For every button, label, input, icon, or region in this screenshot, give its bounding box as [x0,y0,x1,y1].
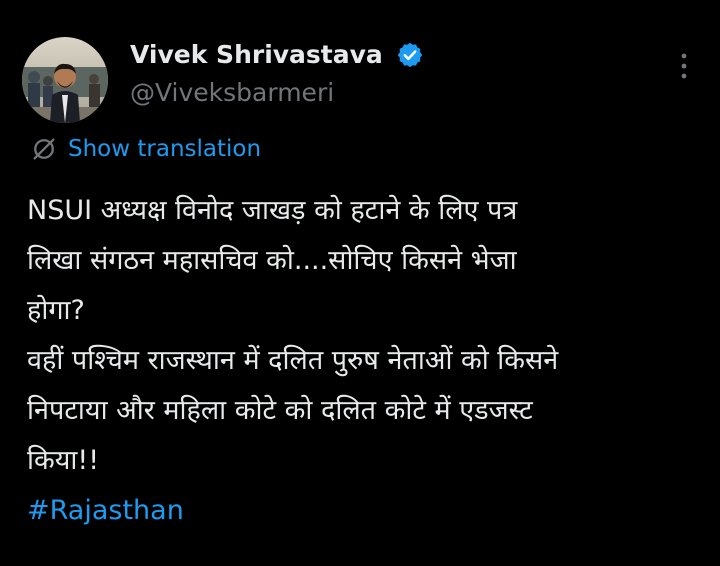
tweet-text-line: निपटाया और महिला कोटे को दलित कोटे में ए… [27,395,533,426]
translate-icon [30,135,58,163]
hashtag-link[interactable]: #Rajasthan [27,486,707,536]
tweet-text: NSUI अध्यक्ष विनोद जाखड़ को हटाने के लिए… [27,186,707,536]
verified-badge-icon [396,41,424,69]
tweet-text-line: होगा? [27,295,85,326]
tweet-card: Vivek Shrivastava @Viveksbarmeri Show tr… [0,0,720,566]
author-display-name[interactable]: Vivek Shrivastava [130,37,383,73]
show-translation-label[interactable]: Show translation [68,136,261,162]
show-translation-link[interactable]: Show translation [30,131,261,167]
more-dots-icon [680,53,688,83]
avatar[interactable] [22,37,108,123]
tweet-text-line: NSUI अध्यक्ष विनोद जाखड़ को हटाने के लिए… [27,195,518,226]
tweet-text-line: लिखा संगठन महासचिव को....सोचिए किसने भेज… [27,245,517,276]
more-options-button[interactable] [664,48,704,88]
tweet-text-line: किया!! [27,445,100,476]
tweet-text-line: वहीं पश्चिम राजस्थान में दलित पुरुष नेता… [27,345,559,376]
author-handle[interactable]: @Viveksbarmeri [130,75,334,111]
